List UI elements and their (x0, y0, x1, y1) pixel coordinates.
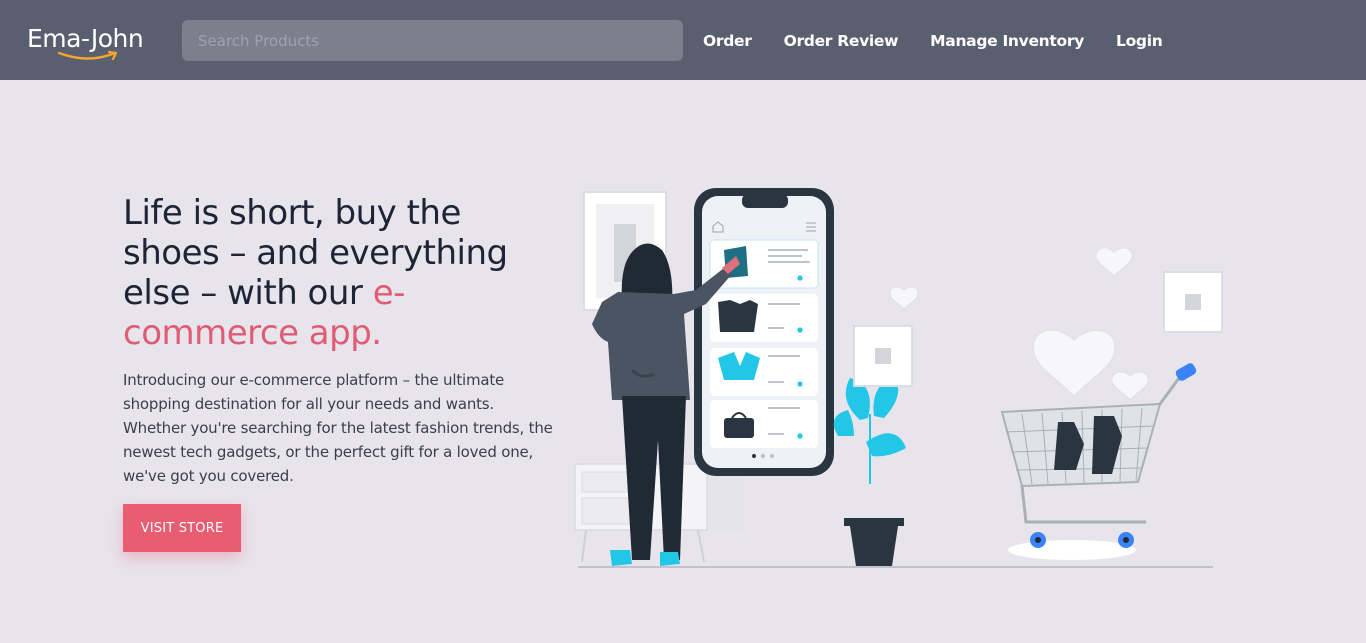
cabinet-icon (574, 463, 744, 563)
nav-manage-inventory[interactable]: Manage Inventory (930, 29, 1084, 53)
hero-title-main: Life is short, buy the shoes – and every… (123, 193, 508, 313)
nav-order[interactable]: Order (703, 29, 752, 53)
heart-icons (889, 247, 1149, 401)
brand-logo[interactable]: Ema-John (27, 22, 167, 66)
small-frame-icon-2 (1163, 271, 1223, 333)
hero-title: Life is short, buy the shoes – and every… (123, 193, 563, 353)
plant-icon (833, 376, 906, 566)
small-frame-icon-1 (853, 325, 913, 387)
hero-description: Introducing our e-commerce platform – th… (123, 371, 553, 485)
shopping-illustration (574, 188, 1223, 568)
nav-order-review[interactable]: Order Review (784, 29, 899, 53)
smile-arrow-icon (57, 50, 118, 61)
shopping-cart-icon (1000, 363, 1197, 560)
search-input[interactable] (182, 20, 683, 61)
visit-store-button[interactable]: VISIT STORE (123, 504, 241, 552)
navbar: Ema-John Order Order Review Manage Inven… (0, 0, 1366, 80)
main-nav: Order Order Review Manage Inventory Logi… (703, 29, 1163, 53)
nav-login[interactable]: Login (1116, 29, 1163, 53)
phone-icon (694, 188, 834, 476)
